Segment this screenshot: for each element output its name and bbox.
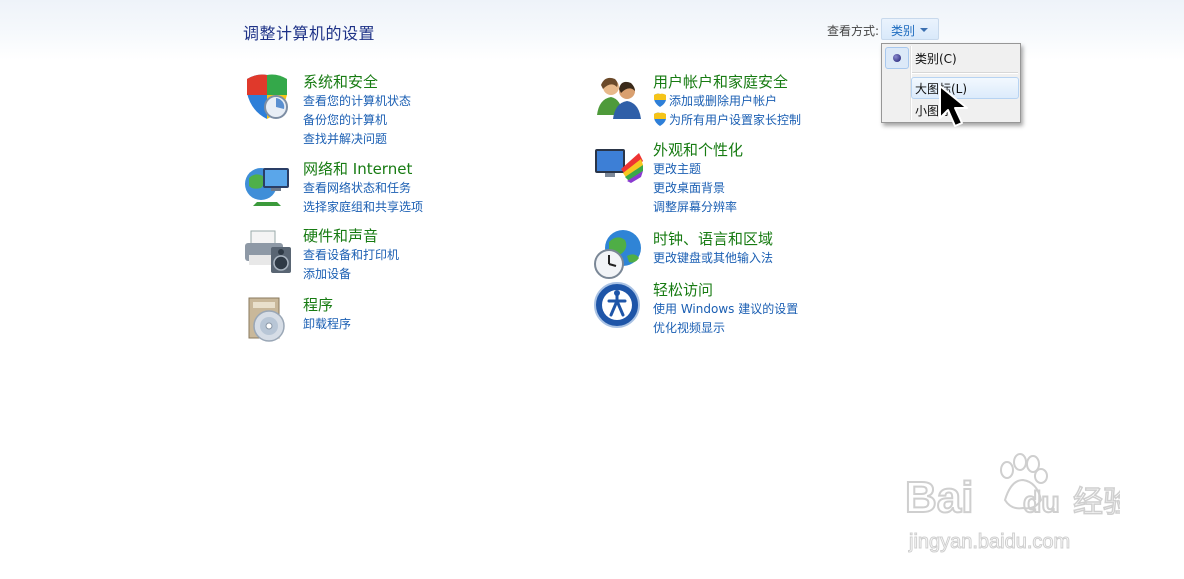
chevron-down-icon <box>920 28 928 32</box>
selected-indicator <box>885 47 909 69</box>
view-by-dropdown[interactable]: 类别 <box>881 18 939 40</box>
link-label: 为所有用户设置家长控制 <box>669 113 802 127</box>
link-label: 添加或删除用户帐户 <box>669 94 778 108</box>
link-optimize-display[interactable]: 优化视频显示 <box>653 319 798 338</box>
users-icon <box>597 77 641 119</box>
category-title[interactable]: 用户帐户和家庭安全 <box>653 71 788 92</box>
accessibility-icon <box>594 282 640 328</box>
category-system-security: 系统和安全 查看您的计算机状态 备份您的计算机 查找并解决问题 <box>243 71 463 151</box>
category-title[interactable]: 程序 <box>303 294 333 315</box>
link-uninstall[interactable]: 卸载程序 <box>303 315 351 334</box>
category-appearance: 外观和个性化 更改主题 更改桌面背景 调整屏幕分辨率 <box>593 139 823 219</box>
svg-text:jingyan.baidu.com: jingyan.baidu.com <box>908 531 1070 553</box>
link-view-status[interactable]: 查看您的计算机状态 <box>303 92 411 111</box>
category-programs: 程序 卸载程序 <box>243 294 463 344</box>
mouse-cursor-icon <box>939 85 968 127</box>
appearance-monitor-icon <box>595 149 643 183</box>
category-network: 网络和 Internet 查看网络状态和任务 选择家庭组和共享选项 <box>243 158 463 218</box>
link-desktop-background[interactable]: 更改桌面背景 <box>653 179 737 198</box>
clock-globe-icon <box>594 230 641 279</box>
link-network-status[interactable]: 查看网络状态和任务 <box>303 179 423 198</box>
baidu-watermark-logo: Bai du 经验 jingyan.baidu.com <box>905 453 1120 554</box>
link-screen-resolution[interactable]: 调整屏幕分辨率 <box>653 198 737 217</box>
svg-text:经验: 经验 <box>1073 485 1120 520</box>
category-title[interactable]: 网络和 Internet <box>303 158 412 179</box>
menu-separator <box>912 72 1018 74</box>
category-hardware-sound: 硬件和声音 查看设备和打印机 添加设备 <box>243 225 463 285</box>
programs-disc-icon <box>248 297 285 342</box>
shield-security-icon <box>247 74 288 119</box>
category-ease-of-access: 轻松访问 使用 Windows 建议的设置 优化视频显示 <box>593 279 823 339</box>
menu-item-category[interactable]: 类别(C) <box>915 50 957 67</box>
uac-shield-icon <box>654 93 666 107</box>
link-add-remove-users[interactable]: 添加或删除用户帐户 <box>653 92 801 111</box>
link-change-theme[interactable]: 更改主题 <box>653 160 737 179</box>
category-user-accounts: 用户帐户和家庭安全 添加或删除用户帐户 为所有用户设置家长控制 <box>593 71 823 131</box>
uac-shield-icon <box>654 112 666 126</box>
page-title: 调整计算机的设置 <box>243 24 376 43</box>
link-homegroup[interactable]: 选择家庭组和共享选项 <box>303 198 423 217</box>
printer-icon <box>245 230 291 273</box>
link-windows-suggested[interactable]: 使用 Windows 建议的设置 <box>653 300 798 319</box>
category-title[interactable]: 轻松访问 <box>653 279 713 300</box>
link-keyboard-input[interactable]: 更改键盘或其他输入法 <box>653 249 773 268</box>
category-title[interactable]: 外观和个性化 <box>653 139 743 160</box>
view-by-label: 查看方式: <box>827 24 880 38</box>
category-clock-region: 时钟、语言和区域 更改键盘或其他输入法 <box>593 228 823 279</box>
radio-dot-icon <box>893 54 901 62</box>
view-by-value: 类别 <box>891 24 916 38</box>
category-title[interactable]: 硬件和声音 <box>303 225 378 246</box>
link-backup[interactable]: 备份您的计算机 <box>303 111 411 130</box>
link-troubleshoot[interactable]: 查找并解决问题 <box>303 130 411 149</box>
category-title[interactable]: 时钟、语言和区域 <box>653 228 773 249</box>
category-title[interactable]: 系统和安全 <box>303 71 378 92</box>
link-parental-controls[interactable]: 为所有用户设置家长控制 <box>653 111 801 130</box>
svg-text:Bai: Bai <box>905 473 973 522</box>
svg-text:du: du <box>1023 486 1060 519</box>
link-add-device[interactable]: 添加设备 <box>303 265 399 284</box>
link-devices-printers[interactable]: 查看设备和打印机 <box>303 246 399 265</box>
network-globe-icon <box>245 168 289 206</box>
